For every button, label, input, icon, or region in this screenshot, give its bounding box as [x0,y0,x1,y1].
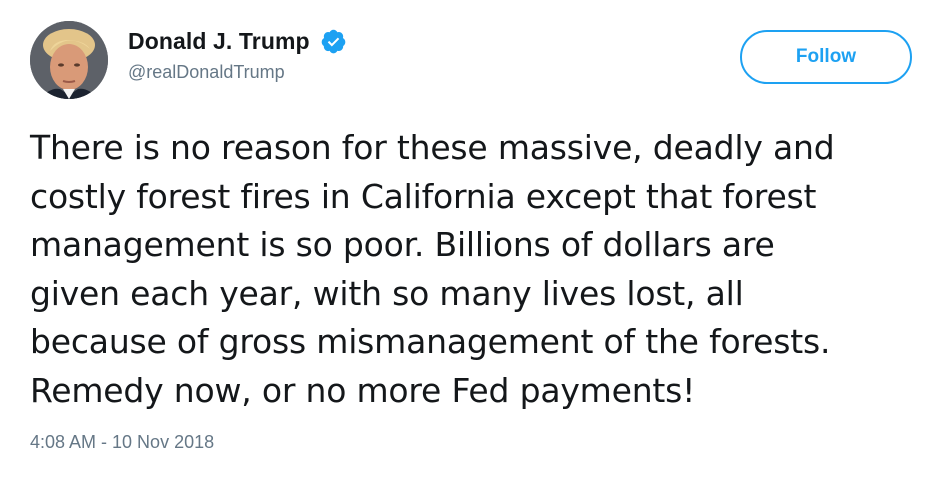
tweet-text: There is no reason for these massive, de… [30,124,925,415]
tweet-text-line: costly forest fires in California except… [30,176,817,216]
tweet-text-line: There is no reason for these massive, de… [30,128,835,167]
tweet-text-line: management is so poor. Billions of dolla… [30,225,775,264]
tweet-text-line: Remedy now, or no more Fed payments! [30,370,696,410]
author-name-row: Donald J. Trump [128,26,347,56]
author-handle[interactable]: @realDonaldTrump [128,62,285,83]
follow-button[interactable]: Follow [740,30,912,84]
tweet-text-line: because of gross mismanagement of the fo… [30,322,831,361]
profile-photo-icon [30,21,108,99]
tweet-text-line: given each year, with so many lives lost… [30,273,744,313]
verified-badge-icon [320,28,347,55]
tweet-card: Donald J. Trump @realDonaldTrump Follow … [0,0,933,477]
author-avatar[interactable] [30,21,108,99]
tweet-timestamp[interactable]: 4:08 AM - 10 Nov 2018 [30,432,214,453]
author-display-name[interactable]: Donald J. Trump [128,28,310,55]
